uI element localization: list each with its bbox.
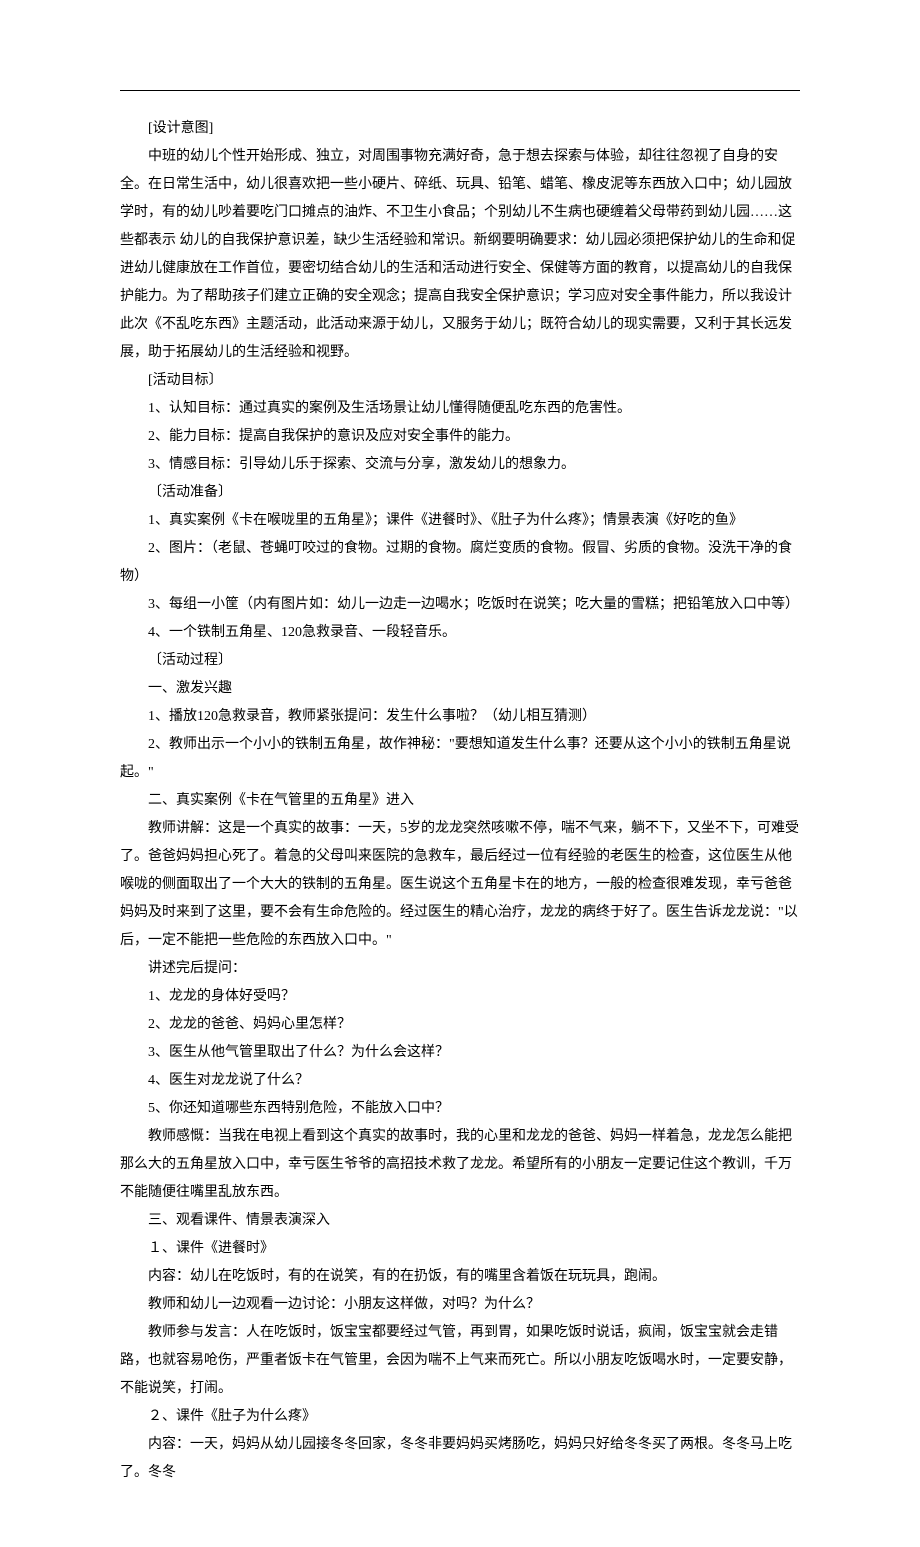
paragraph: 〔活动准备〕 — [120, 479, 800, 507]
paragraph: 讲述完后提问： — [120, 955, 800, 983]
paragraph: ２、课件《肚子为什么疼》 — [120, 1403, 800, 1431]
paragraph: 3、每组一小筐（内有图片如：幼儿一边走一边喝水；吃饭时在说笑；吃大量的雪糕；把铅… — [120, 591, 800, 619]
paragraph: 教师感慨：当我在电视上看到这个真实的故事时，我的心里和龙龙的爸爸、妈妈一样着急，… — [120, 1123, 800, 1207]
paragraph: 3、医生从他气管里取出了什么？为什么会这样？ — [120, 1039, 800, 1067]
top-rule — [120, 90, 800, 91]
paragraph: 教师参与发言：人在吃饭时，饭宝宝都要经过气管，再到胃，如果吃饭时说话，疯闹，饭宝… — [120, 1319, 800, 1403]
paragraph: 2、教师出示一个小小的铁制五角星，故作神秘："要想知道发生什么事？还要从这个小小… — [120, 731, 800, 787]
paragraph: 4、一个铁制五角星、120急救录音、一段轻音乐。 — [120, 619, 800, 647]
paragraph: １、课件《进餐时》 — [120, 1235, 800, 1263]
paragraph: 中班的幼儿个性开始形成、独立，对周围事物充满好奇，急于想去探索与体验，却往往忽视… — [120, 143, 800, 367]
paragraph: 3、情感目标：引导幼儿乐于探索、交流与分享，激发幼儿的想象力。 — [120, 451, 800, 479]
paragraph: 2、图片：（老鼠、苍蝇叮咬过的食物。过期的食物。腐烂变质的食物。假冒、劣质的食物… — [120, 535, 800, 591]
paragraph: 1、真实案例《卡在喉咙里的五角星》；课件《进餐时》、《肚子为什么疼》；情景表演《… — [120, 507, 800, 535]
paragraph: 2、龙龙的爸爸、妈妈心里怎样？ — [120, 1011, 800, 1039]
paragraph: [设计意图] — [120, 115, 800, 143]
document-page: [设计意图] 中班的幼儿个性开始形成、独立，对周围事物充满好奇，急于想去探索与体… — [0, 0, 920, 1547]
paragraph: 内容：幼儿在吃饭时，有的在说笑，有的在扔饭，有的嘴里含着饭在玩玩具，跑闹。 — [120, 1263, 800, 1291]
paragraph: 5、你还知道哪些东西特别危险，不能放入口中？ — [120, 1095, 800, 1123]
paragraph: 2、能力目标：提高自我保护的意识及应对安全事件的能力。 — [120, 423, 800, 451]
paragraph: [活动目标〕 — [120, 367, 800, 395]
paragraph: 4、医生对龙龙说了什么？ — [120, 1067, 800, 1095]
paragraph: 〔活动过程〕 — [120, 647, 800, 675]
paragraph: 教师和幼儿一边观看一边讨论：小朋友这样做，对吗？为什么？ — [120, 1291, 800, 1319]
paragraph: 内容：一天，妈妈从幼儿园接冬冬回家，冬冬非要妈妈买烤肠吃，妈妈只好给冬冬买了两根… — [120, 1431, 800, 1487]
paragraph: 1、认知目标：通过真实的案例及生活场景让幼儿懂得随便乱吃东西的危害性。 — [120, 395, 800, 423]
paragraph: 教师讲解：这是一个真实的故事：一天，5岁的龙龙突然咳嗽不停，喘不气来，躺不下，又… — [120, 815, 800, 955]
paragraph: 一、激发兴趣 — [120, 675, 800, 703]
paragraph: 二、真实案例《卡在气管里的五角星》进入 — [120, 787, 800, 815]
paragraph: 1、播放120急救录音，教师紧张提问：发生什么事啦？（幼儿相互猜测） — [120, 703, 800, 731]
paragraph: 三、观看课件、情景表演深入 — [120, 1207, 800, 1235]
paragraph: 1、龙龙的身体好受吗？ — [120, 983, 800, 1011]
